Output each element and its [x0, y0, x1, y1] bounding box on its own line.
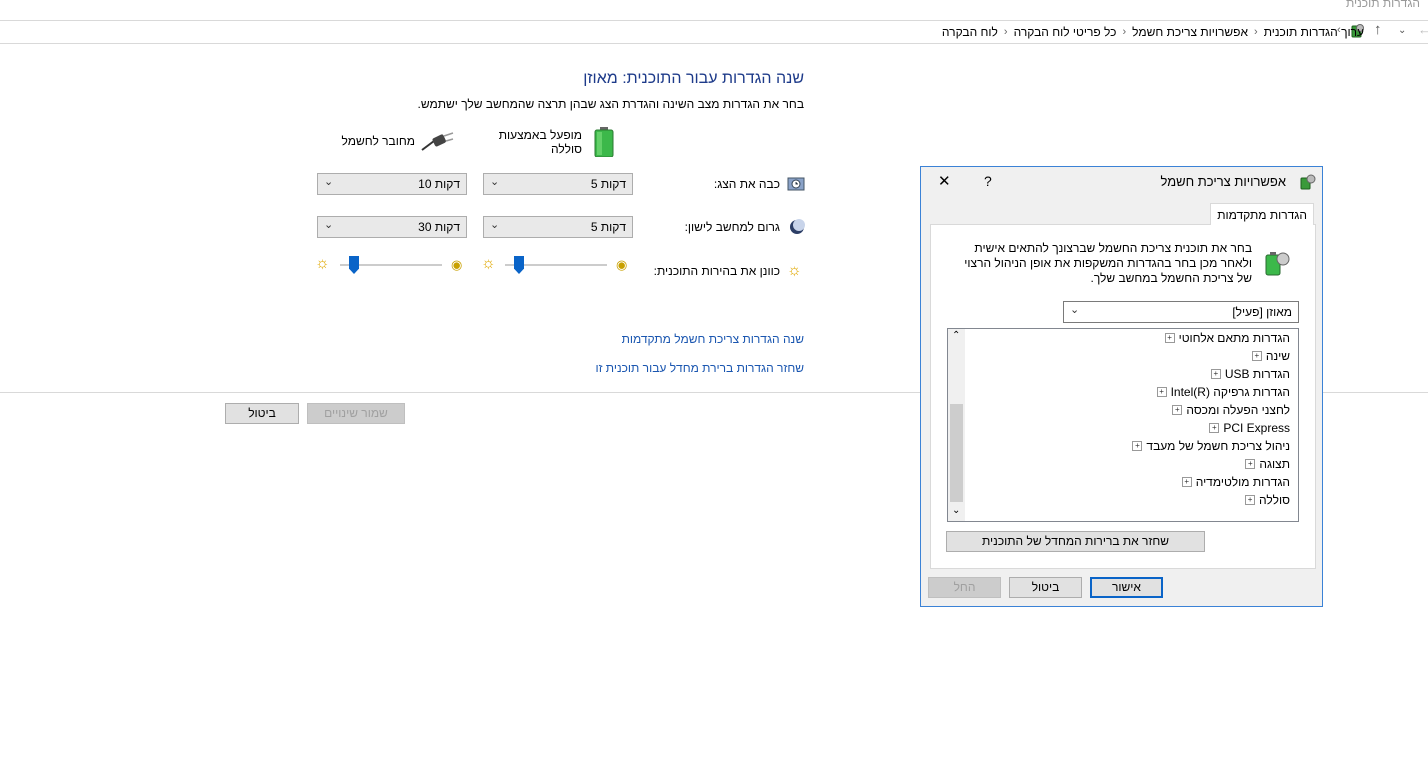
- help-button[interactable]: ?: [984, 173, 992, 189]
- select-value: 5 דקות: [590, 220, 626, 234]
- bright-brightness-icon: ☼: [481, 255, 496, 272]
- breadcrumb-item[interactable]: אפשרויות צריכת חשמל: [1132, 25, 1248, 39]
- tree-item-label: תצוגה: [1259, 457, 1290, 471]
- dialog-title: אפשרויות צריכת חשמל: [1160, 174, 1286, 189]
- expand-icon[interactable]: +: [1251, 351, 1262, 361]
- restore-defaults-link[interactable]: שחזר הגדרות ברירת מחדל עבור תוכנית זו: [595, 361, 804, 375]
- chevron-down-icon: ⌄: [490, 219, 500, 231]
- brightness-label: כוונן את בהירות התוכנית:: [653, 264, 780, 278]
- select-value: מאוזן [פעיל]: [1232, 305, 1292, 319]
- tree-item-label: הגדרות USB: [1224, 367, 1290, 381]
- chevron-down-icon: ⌄: [324, 219, 334, 231]
- chevron-left-icon: ‹: [1122, 26, 1127, 38]
- tree-item[interactable]: + לחצני הפעלה ומכסה: [1172, 402, 1290, 418]
- expand-icon[interactable]: +: [1181, 477, 1192, 487]
- tree-item[interactable]: + הגדרות מתאם אלחוטי: [1164, 330, 1290, 346]
- tree-item[interactable]: + ניהול צריכת חשמל של מעבד: [1132, 438, 1290, 454]
- battery-column-header: מופעל באמצעות סוללה: [498, 128, 582, 156]
- expand-icon[interactable]: +: [1245, 459, 1256, 469]
- battery-icon: [593, 127, 615, 158]
- chevron-down-icon: ⌄: [324, 176, 334, 188]
- tree-item[interactable]: + תצוגה: [1245, 456, 1290, 472]
- tree-item-label: הגדרות גרפיקה Intel(R): [1170, 385, 1290, 399]
- tree-scrollbar[interactable]: ⌃ ⌄: [948, 329, 965, 521]
- bright-brightness-icon: ☼: [315, 255, 330, 272]
- page-description: בחר את הגדרות מצב השינה והגדרת הצג שבהן …: [417, 97, 805, 111]
- select-value: 10 דקות: [418, 177, 460, 191]
- tree-item-label: ניהול צריכת חשמל של מעבד: [1146, 439, 1290, 453]
- expand-icon[interactable]: +: [1164, 333, 1175, 343]
- tree-item[interactable]: + הגדרות גרפיקה Intel(R): [1156, 384, 1290, 400]
- dim-brightness-icon: ◉: [451, 257, 463, 272]
- back-arrow-icon[interactable]: ←: [1418, 22, 1428, 37]
- sleep-label: גרום למחשב לישון:: [684, 220, 780, 234]
- brightness-battery-slider[interactable]: [505, 256, 607, 276]
- select-value: 5 דקות: [590, 177, 626, 191]
- tree-item[interactable]: + PCI Express: [1209, 420, 1290, 436]
- dim-brightness-icon: ◉: [616, 257, 628, 272]
- expand-icon[interactable]: +: [1172, 405, 1183, 415]
- chevron-left-icon: ‹: [1337, 24, 1341, 36]
- expand-icon[interactable]: +: [1209, 423, 1220, 433]
- power-plug-icon: [420, 132, 454, 152]
- recent-locations-chevron-icon[interactable]: ⌄: [1398, 25, 1406, 36]
- tab-advanced-settings[interactable]: הגדרות מתקדמות: [1210, 203, 1314, 225]
- ok-button[interactable]: אישור: [1090, 577, 1163, 598]
- display-off-plugged-select[interactable]: 10 דקות ⌄: [317, 173, 467, 195]
- tree-item-label: הגדרות מתאם אלחוטי: [1178, 331, 1290, 345]
- chevron-left-icon: ‹: [1254, 26, 1258, 38]
- chevron-down-icon: ⌄: [490, 176, 500, 188]
- slider-thumb[interactable]: [349, 256, 359, 274]
- select-value: 30 דקות: [418, 220, 460, 234]
- restore-plan-defaults-button[interactable]: שחזר את ברירות המחדל של התוכנית: [946, 531, 1205, 552]
- plugged-column-header: מחובר לחשמל: [341, 134, 415, 148]
- display-clock-icon: [787, 175, 805, 193]
- save-changes-button[interactable]: שמור שינויים: [307, 403, 405, 424]
- tree-item-label: לחצני הפעלה ומכסה: [1186, 403, 1290, 417]
- chevron-left-icon: ‹: [1003, 26, 1008, 38]
- dialog-description: בחר את תוכנית צריכת החשמל שברצונך להתאים…: [964, 241, 1252, 285]
- expand-icon[interactable]: +: [1132, 441, 1143, 451]
- window-title: הגדרות תוכנית: [1345, 0, 1420, 10]
- expand-icon[interactable]: +: [1156, 387, 1167, 397]
- tree-item[interactable]: + שינה: [1251, 348, 1290, 364]
- display-off-battery-select[interactable]: 5 דקות ⌄: [483, 173, 633, 195]
- cancel-button[interactable]: ביטול: [225, 403, 299, 424]
- power-options-dialog: אפשרויות צריכת חשמל ? ✕ הגדרות מתקדמות ב…: [920, 166, 1323, 607]
- settings-tree[interactable]: ⌃ ⌄ + הגדרות מתאם אלחוטי + שינה + הגדרות US…: [947, 328, 1299, 522]
- scrollbar-thumb[interactable]: [950, 404, 963, 502]
- display-off-label: כבה את הצג:: [713, 177, 780, 191]
- scroll-up-icon[interactable]: ⌃: [952, 330, 960, 341]
- scroll-down-icon[interactable]: ⌄: [952, 505, 960, 516]
- power-plan-icon: [1260, 247, 1292, 279]
- tree-item[interactable]: + הגדרות USB: [1210, 366, 1290, 382]
- chevron-down-icon: ⌄: [1070, 304, 1080, 316]
- tree-item[interactable]: + הגדרות מולטימדיה: [1181, 474, 1290, 490]
- breadcrumb: לוח הבקרה ‹ כל פריטי לוח הבקרה ‹ אפשרויו…: [942, 23, 1364, 41]
- advanced-settings-link[interactable]: שנה הגדרות צריכת חשמל מתקדמות: [622, 332, 804, 346]
- tree-item-label: שינה: [1265, 349, 1290, 363]
- tree-item-label: PCI Express: [1223, 421, 1290, 435]
- apply-button[interactable]: החל: [928, 577, 1001, 598]
- close-icon[interactable]: ✕: [938, 172, 951, 190]
- tree-item-label: הגדרות מולטימדיה: [1195, 475, 1290, 489]
- slider-thumb[interactable]: [514, 256, 524, 274]
- tree-item[interactable]: + סוללה: [1245, 492, 1290, 508]
- sun-icon: ☼: [787, 262, 802, 279]
- brightness-plugged-slider[interactable]: [340, 256, 442, 276]
- expand-icon[interactable]: +: [1210, 369, 1221, 379]
- moon-icon: [788, 218, 806, 236]
- breadcrumb-item[interactable]: לוח הבקרה: [942, 25, 998, 39]
- sleep-plugged-select[interactable]: 30 דקות ⌄: [317, 216, 467, 238]
- page-title: שנה הגדרות עבור התוכנית: מאוזן: [583, 70, 804, 87]
- breadcrumb-item[interactable]: ערוך הגדרות תוכנית: [1264, 25, 1364, 39]
- power-options-icon: [1298, 173, 1316, 191]
- dialog-cancel-button[interactable]: ביטול: [1009, 577, 1082, 598]
- expand-icon[interactable]: +: [1245, 495, 1256, 505]
- up-arrow-icon[interactable]: ↑: [1374, 21, 1382, 38]
- breadcrumb-item[interactable]: כל פריטי לוח הבקרה: [1014, 25, 1117, 39]
- plan-select[interactable]: מאוזן [פעיל] ⌄: [1063, 301, 1299, 323]
- tree-item-label: סוללה: [1259, 493, 1290, 507]
- sleep-battery-select[interactable]: 5 דקות ⌄: [483, 216, 633, 238]
